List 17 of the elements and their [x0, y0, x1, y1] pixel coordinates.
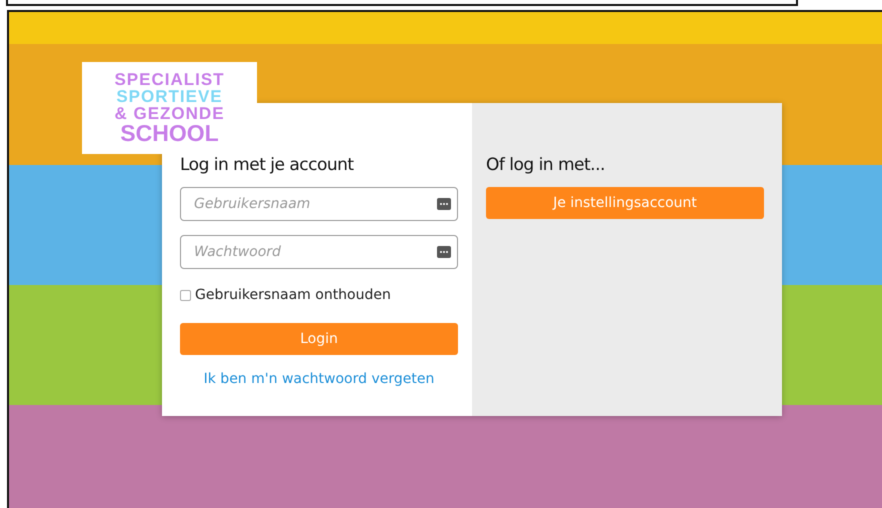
- login-button[interactable]: Login: [180, 323, 458, 355]
- key-icon: [437, 246, 451, 258]
- remember-label: Gebruikersnaam onthouden: [195, 287, 391, 303]
- logo-text: SPORTIEVE: [116, 88, 223, 105]
- remember-checkbox[interactable]: [180, 290, 191, 300]
- forgot-password-link[interactable]: Ik ben m'n wachtwoord vergeten: [180, 371, 458, 387]
- alternative-title: Of log in met...: [486, 155, 606, 175]
- text-input[interactable]: Gebruikersnaam: [192, 195, 437, 213]
- logo-text: & GEZONDE: [114, 105, 225, 122]
- logo-text: SCHOOL: [120, 122, 219, 145]
- key-icon: [437, 198, 451, 210]
- login-title: Log in met je account: [180, 155, 355, 175]
- logo-text: SPECIALIST: [114, 71, 225, 88]
- input-field[interactable]: Wachtwoord: [180, 235, 458, 269]
- input-field[interactable]: Gebruikersnaam: [180, 187, 458, 221]
- institution-account-button[interactable]: Je instellingsaccount: [486, 187, 764, 219]
- text-input[interactable]: Wachtwoord: [192, 243, 437, 261]
